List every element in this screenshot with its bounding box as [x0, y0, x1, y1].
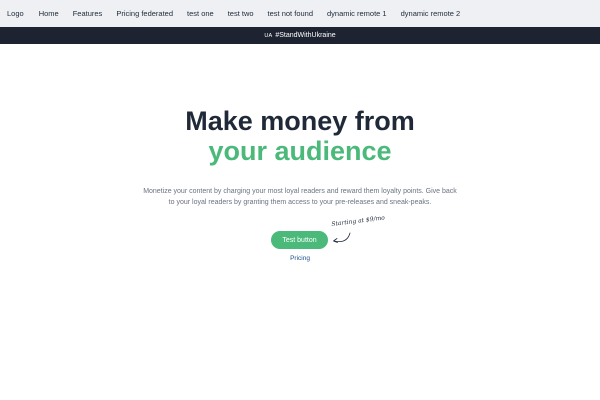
banner-text: #StandWithUkraine — [275, 32, 336, 39]
pricing-link[interactable]: Pricing — [0, 255, 600, 262]
curved-arrow-icon — [333, 232, 351, 243]
top-navbar: Logo Home Features Pricing federated tes… — [0, 0, 600, 27]
ukraine-flag-icon: UA — [264, 32, 273, 39]
hero-title: Make money from your audience — [0, 106, 600, 166]
nav-item-test-two[interactable]: test two — [228, 9, 254, 18]
stand-with-ukraine-banner[interactable]: UA #StandWithUkraine — [0, 27, 600, 44]
test-button[interactable]: Test button — [271, 231, 328, 249]
nav-item-pricing-federated[interactable]: Pricing federated — [116, 9, 173, 18]
logo[interactable]: Logo — [7, 9, 24, 18]
hero-description: Monetize your content by charging your m… — [143, 188, 457, 206]
nav-item-test-not-found[interactable]: test not found — [268, 9, 313, 18]
nav-item-features[interactable]: Features — [73, 9, 103, 18]
nav-item-test-one[interactable]: test one — [187, 9, 214, 18]
nav-item-dynamic-remote-2[interactable]: dynamic remote 2 — [401, 9, 461, 18]
nav-item-dynamic-remote-1[interactable]: dynamic remote 1 — [327, 9, 387, 18]
nav-item-home[interactable]: Home — [39, 9, 59, 18]
price-note: Starting at $9/mo — [328, 214, 388, 249]
hero-title-line-1: Make money from — [185, 106, 415, 136]
hero-title-line-2: your audience — [208, 136, 392, 166]
